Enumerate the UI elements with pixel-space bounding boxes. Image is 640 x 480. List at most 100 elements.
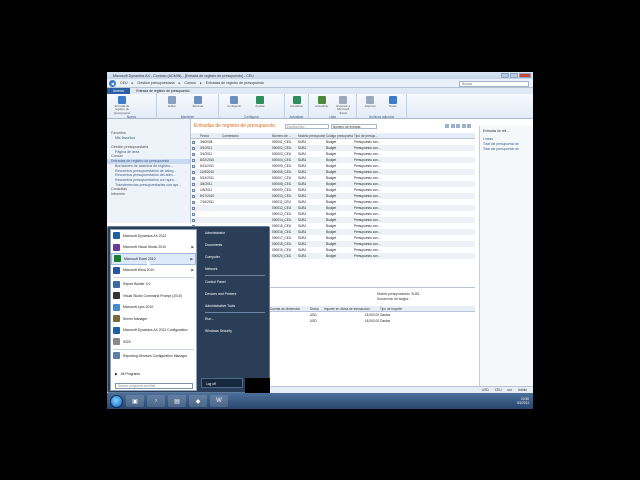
column-header[interactable]: Código presupuestario	[325, 133, 353, 138]
ribbon-button[interactable]: Editar	[160, 96, 184, 117]
start-menu-program[interactable]: Microsoft Excel 2010 ▶	[111, 253, 196, 265]
start-menu-place[interactable]: Control Panel	[201, 276, 269, 288]
ribbon-group: Actualizar Exportar a Microsoft Excel List…	[309, 94, 357, 119]
start-menu-program[interactable]: Server Manager	[111, 313, 196, 325]
taskbar-explorer-icon[interactable]: ▣	[126, 395, 144, 407]
ribbon-button-icon	[366, 96, 375, 104]
start-menu-place[interactable]: Administrative Tools	[201, 300, 269, 312]
checkbox[interactable]	[192, 146, 195, 150]
search-input[interactable]: Buscar	[459, 80, 529, 87]
start-menu-place[interactable]: Documents	[201, 239, 269, 251]
checkbox[interactable]	[192, 152, 195, 156]
start-menu-program[interactable]: SSIS	[111, 336, 196, 348]
back-button[interactable]: ◀	[109, 79, 116, 87]
column-header[interactable]: Tipo de importe	[379, 306, 419, 311]
checkbox[interactable]	[192, 170, 195, 174]
related-info-header: Entradas de reti...	[483, 129, 510, 133]
start-search-input[interactable]: Search programs and files	[115, 383, 193, 389]
breadcrumb: CEU ▸ Gestión presupuestaria ▸ Común ▸ Entrada…	[120, 81, 264, 85]
close-button[interactable]	[519, 73, 531, 78]
start-menu-program[interactable]: Report Builder 3.0	[111, 279, 196, 291]
start-menu-program[interactable]: Reporting Services Configuration Manager	[111, 350, 196, 362]
start-menu-program[interactable]: Microsoft Dynamics AX 2012	[111, 230, 196, 242]
checkbox[interactable]	[192, 164, 195, 168]
ribbon-button[interactable]: Eliminar	[186, 96, 210, 117]
breadcrumb-item[interactable]: Gestión presupuestaria	[137, 81, 174, 85]
checkbox[interactable]	[192, 194, 195, 198]
checkbox[interactable]	[192, 206, 195, 210]
checkbox[interactable]	[192, 140, 195, 144]
column-header[interactable]	[191, 133, 199, 138]
checkbox[interactable]	[192, 182, 195, 186]
all-programs-button[interactable]: ▶ All Programs	[115, 372, 140, 376]
ribbon-button[interactable]: Ajustar	[248, 96, 272, 117]
ribbon-button[interactable]: Exportar a Microsoft Excel	[334, 96, 354, 117]
maximize-button[interactable]	[510, 73, 518, 78]
submenu-arrow-icon: ▶	[191, 268, 194, 273]
sort-icon[interactable]	[450, 124, 455, 128]
start-menu-place[interactable]: Computer	[201, 251, 269, 263]
start-menu-place[interactable]: Run...	[201, 313, 269, 325]
checkbox[interactable]	[192, 158, 195, 162]
ribbon-button-label: Editar	[168, 104, 176, 108]
taskbar-powershell-icon[interactable]: ›	[147, 395, 165, 407]
status-item[interactable]: Admin	[518, 388, 527, 392]
start-button[interactable]	[110, 394, 123, 408]
checkbox[interactable]	[192, 188, 195, 192]
breadcrumb-item[interactable]: Común	[184, 81, 196, 85]
column-header[interactable]: Modelo presupuestario	[297, 133, 325, 138]
start-menu-places: Administrator Documents Computer Network Con…	[201, 227, 269, 392]
breadcrumb-separator-icon: ▸	[131, 81, 134, 85]
shutdown-button[interactable]: Log off	[201, 378, 243, 388]
ribbon-button[interactable]: Configurar	[222, 96, 246, 117]
filter-input[interactable]: Escriba filtro	[284, 123, 329, 129]
start-menu-place[interactable]: Windows Security	[201, 325, 269, 337]
column-header[interactable]: Tipo de presup...	[353, 133, 383, 138]
filter-icon[interactable]	[445, 124, 449, 128]
column-header[interactable]: Comentario	[221, 133, 271, 138]
related-info-link[interactable]: Total del presupuesto de	[483, 147, 530, 152]
column-header[interactable]: Cuenta de dimensión	[269, 306, 309, 311]
status-item[interactable]: usr	[508, 388, 512, 392]
table-row[interactable]: USD 18,000.00 Gastos	[269, 318, 475, 324]
start-menu-program[interactable]: Microsoft Visual Studio 2010 ▶	[111, 242, 196, 254]
table-cell: 000020_CEU	[272, 254, 292, 258]
program-label: Reporting Services Configuration Manager	[123, 353, 188, 358]
column-header[interactable]: Importe en divisa de transacción	[323, 306, 379, 311]
ribbon-button-icon	[168, 96, 176, 104]
status-item[interactable]: USD	[482, 388, 489, 392]
taskbar-folder-icon[interactable]: ▤	[168, 395, 186, 407]
start-menu-place[interactable]: Network	[201, 263, 269, 275]
nav-item[interactable]: Informes	[107, 192, 190, 197]
start-menu-place[interactable]: Devices and Printers	[201, 288, 269, 300]
ribbon-button[interactable]: Adjuntar	[360, 96, 381, 117]
ribbon-button[interactable]: Actualizar	[312, 96, 332, 117]
refresh-icon[interactable]	[456, 124, 460, 128]
column-header[interactable]: Divisa	[309, 306, 323, 311]
status-item[interactable]: CEU	[495, 388, 502, 392]
export-icon[interactable]	[461, 124, 466, 128]
start-menu-program[interactable]: Visual Studio Command Prompt (2010)	[111, 290, 196, 302]
column-header[interactable]: Fecha	[199, 133, 221, 138]
separator	[113, 277, 194, 278]
program-label: Microsoft Excel 2010	[124, 256, 156, 261]
checkbox[interactable]	[192, 200, 195, 204]
breadcrumb-item[interactable]: CEU	[120, 81, 128, 85]
taskbar-dynamics-icon[interactable]: ◆	[189, 395, 207, 407]
ribbon-button[interactable]: Notas	[383, 96, 404, 117]
ribbon-button[interactable]: Entrada de registro de presupuesto	[110, 96, 134, 117]
ribbon-button[interactable]: Actualizar	[288, 96, 305, 117]
column-header[interactable]: Número de ...	[271, 133, 297, 138]
filter-field-select[interactable]: Número de entrada	[330, 123, 377, 129]
checkbox[interactable]	[192, 218, 195, 222]
start-menu-place[interactable]: Administrator	[201, 227, 269, 239]
start-menu-program[interactable]: Microsoft Dynamics AX 2012 Configuration	[111, 325, 196, 337]
checkbox[interactable]	[192, 176, 195, 180]
minimize-button[interactable]	[501, 73, 509, 78]
start-menu-program[interactable]: Microsoft Lync 2010	[111, 302, 196, 314]
help-icon[interactable]	[467, 124, 471, 128]
checkbox[interactable]	[192, 212, 195, 216]
start-menu-program[interactable]: Microsoft Word 2010 ▶	[111, 265, 196, 277]
breadcrumb-item[interactable]: Entradas de registro de presupuesto	[206, 81, 264, 85]
taskbar-word-icon[interactable]: W	[210, 395, 228, 407]
